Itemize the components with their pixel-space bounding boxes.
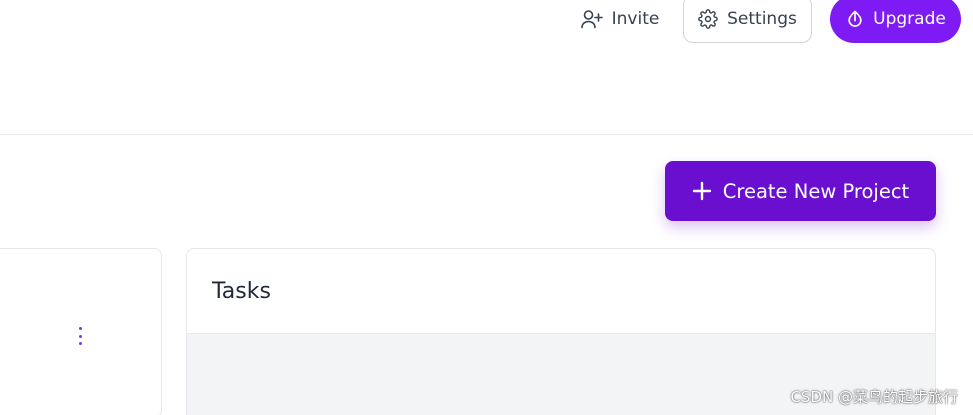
settings-label: Settings [727,9,797,29]
invite-button[interactable]: Invite [572,0,668,43]
header-actions: Invite Settings Upgrade [572,0,961,43]
app-page: Invite Settings Upgrade Create New Proje… [0,0,973,415]
user-plus-icon [580,9,612,29]
upgrade-label: Upgrade [873,9,946,29]
create-new-project-button[interactable]: Create New Project [665,161,936,221]
gear-icon [698,9,727,29]
tasks-card-body [187,334,935,415]
create-new-project-label: Create New Project [722,179,910,203]
plus-icon [692,181,723,201]
invite-label: Invite [611,9,660,29]
tasks-card: Tasks [186,248,936,415]
project-card [0,248,162,415]
settings-button[interactable]: Settings [683,0,812,43]
tasks-card-title: Tasks [212,278,271,304]
top-header: Invite Settings Upgrade [0,0,973,135]
upgrade-button[interactable]: Upgrade [830,0,961,43]
upload-circle-icon [845,9,873,29]
more-vertical-icon[interactable] [74,327,86,345]
tasks-card-header: Tasks [187,249,935,334]
